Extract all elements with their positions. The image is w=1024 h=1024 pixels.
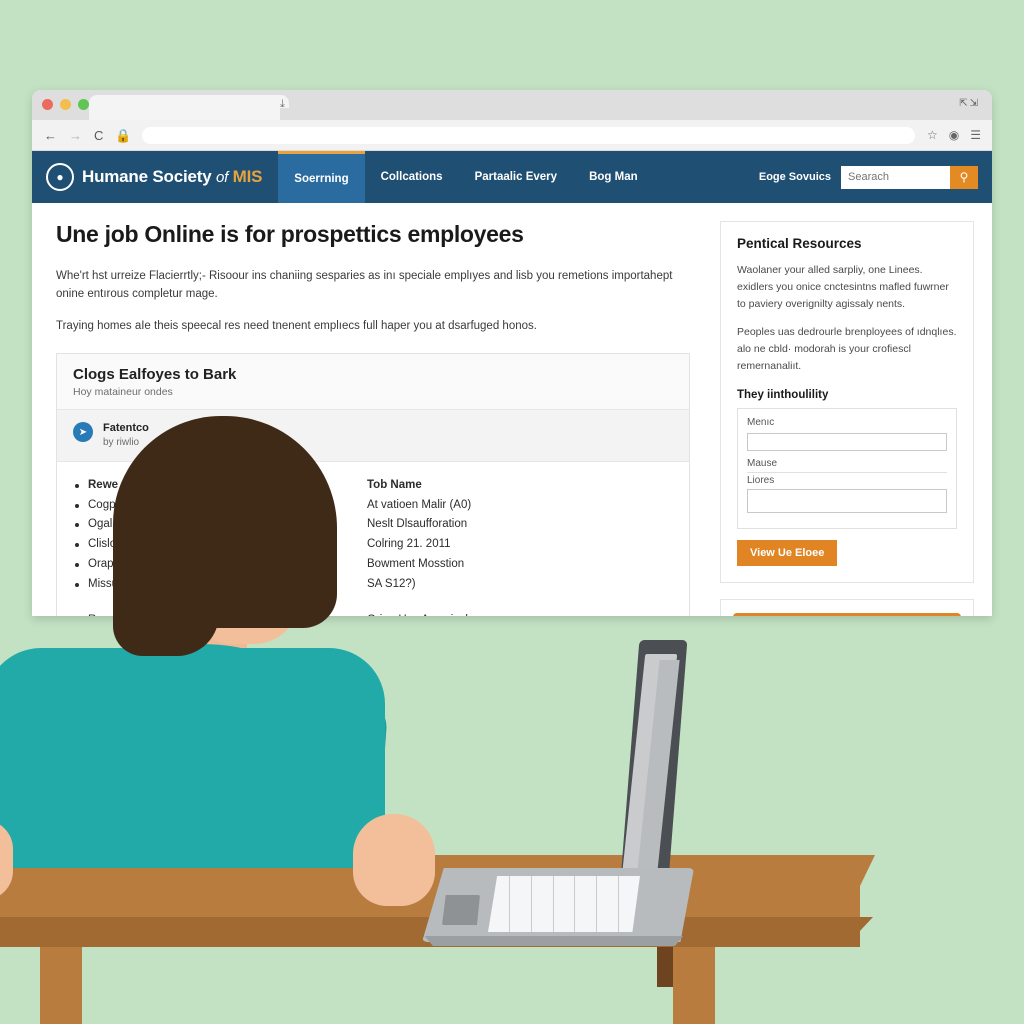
person-illustration	[0, 396, 455, 906]
share-updates-button[interactable]: Shore Uctilates →	[733, 612, 961, 616]
brand-text: Humane Society of MIS	[82, 167, 262, 187]
resources-panel: Pentical Resources Waolaner your alled s…	[720, 221, 974, 583]
person-hair-side	[113, 546, 219, 656]
illustration-scene: ⤓ ⇱⇲ ← → C 🔒 ☆ ◉ ☰ ● Humane Society of M…	[0, 0, 1024, 1024]
keyboard-column	[532, 876, 554, 932]
keyboard-column	[575, 876, 598, 932]
bookmark-icon[interactable]: ☆	[927, 129, 938, 141]
menu-icon[interactable]: ☰	[970, 129, 981, 141]
nav-item-partaalic-every[interactable]: Partaalic Every	[459, 151, 573, 203]
browser-toolbar-icons: ☆ ◉ ☰	[927, 129, 992, 141]
desk-edge-bevel	[845, 917, 873, 947]
desk-leg-shadow	[657, 947, 673, 987]
browser-toolbar: ← → C 🔒 ☆ ◉ ☰	[32, 120, 992, 151]
profile-icon[interactable]: ◉	[949, 129, 959, 141]
window-resize-icon[interactable]: ⇱⇲	[959, 98, 980, 109]
desk-leg-right	[673, 947, 715, 1024]
forward-icon[interactable]: →	[69, 129, 82, 142]
maximize-window-button[interactable]	[78, 99, 89, 110]
sidebar-field1-label: Menıc	[747, 417, 775, 428]
intro-paragraph-2: Traying homes aIe theis speecal res need…	[56, 319, 537, 332]
nav-item-collcations[interactable]: Collcations	[365, 151, 459, 203]
download-icon[interactable]: ⤓	[280, 99, 285, 110]
keyboard-column	[597, 876, 620, 932]
sidebar: Pentical Resources Waolaner your alled s…	[714, 203, 992, 616]
search-input[interactable]	[841, 165, 950, 189]
intro-paragraph-1: Whe'rt hst urreize Flacierrtly;- Risoour…	[56, 270, 673, 300]
site-search: ⚲	[841, 165, 978, 189]
site-header: ● Humane Society of MIS Soerrning Collca…	[32, 151, 992, 203]
laptop	[400, 640, 750, 946]
keyboard-column	[554, 876, 576, 932]
sidebar-form-title: They iinthoulility	[737, 389, 829, 401]
browser-tab[interactable]	[89, 95, 298, 120]
laptop-keyboard	[488, 876, 640, 932]
jobs-card-title: Clogs Ealfoyes to Bark	[73, 366, 237, 384]
desk-leg-left	[40, 947, 82, 1024]
sidebar-submit-button[interactable]: View Ue Eloee	[737, 539, 838, 566]
browser-nav-buttons: ← → C 🔒	[32, 129, 132, 142]
close-window-button[interactable]	[42, 99, 53, 110]
search-icon[interactable]: ⚲	[950, 165, 978, 189]
address-bar[interactable]	[141, 126, 915, 144]
cta-panel: Shore Uctilates →	[720, 598, 974, 616]
back-icon[interactable]: ←	[44, 129, 57, 142]
sidebar-field2-label: Liores	[747, 474, 775, 486]
site-logo[interactable]: ● Humane Society of MIS	[32, 151, 278, 203]
browser-titlebar: ⤓ ⇱⇲	[32, 90, 992, 120]
minimize-window-button[interactable]	[60, 99, 71, 110]
person-torso-shirt	[0, 648, 385, 868]
desk-surface-bevel	[845, 855, 875, 917]
resources-panel-title: Pentical Resources	[737, 236, 862, 251]
laptop-base-lip	[424, 936, 684, 946]
reload-icon[interactable]: C	[94, 129, 103, 142]
sidebar-field2-textarea[interactable]	[747, 488, 947, 513]
laptop-trackpad[interactable]	[442, 895, 480, 925]
page-title: Une job Online is for prospettics employ…	[56, 221, 524, 247]
resources-paragraph-1: Waolaner your alled sarpliy, one Linees.…	[737, 264, 949, 310]
resources-paragraph-2: Peoples uas dedrourle brenployees of ıdn…	[737, 326, 957, 372]
site-nav-items: Soerrning Collcations Partaalic Every Bo…	[278, 151, 653, 203]
site-nav-right: Eoge Sovuics ⚲	[759, 151, 992, 203]
nav-item-soerrning[interactable]: Soerrning	[278, 151, 365, 203]
lock-icon: 🔒	[115, 127, 132, 143]
sidebar-field1-input[interactable]	[747, 432, 947, 451]
sidebar-form: Menıc Mause Liores	[737, 408, 957, 529]
sidebar-select-label[interactable]: Mause	[747, 458, 947, 473]
brand-name-part1: Humane Society	[82, 167, 212, 186]
window-traffic-lights[interactable]	[42, 99, 89, 110]
keyboard-column	[510, 876, 532, 932]
humane-society-paw-icon: ●	[46, 163, 74, 191]
nav-link-eoge-sovuics[interactable]: Eoge Sovuics	[759, 171, 831, 183]
nav-item-bog-man[interactable]: Bog Man	[573, 151, 654, 203]
brand-name-of: of	[216, 169, 229, 186]
brand-name-part2: MIS	[232, 167, 263, 186]
